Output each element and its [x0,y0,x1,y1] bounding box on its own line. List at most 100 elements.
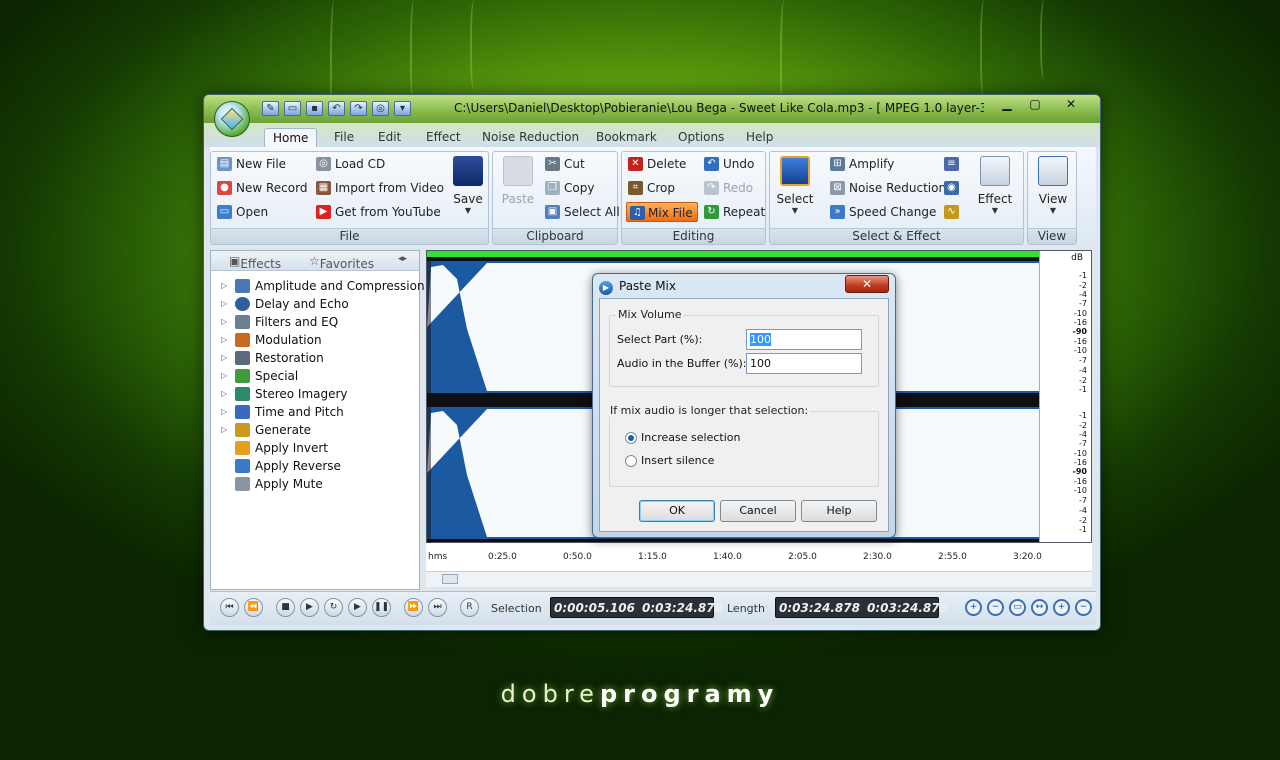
tree-item[interactable]: ▷ Delay and Echo [211,295,419,313]
cut-button[interactable]: ✂ Cut [545,154,585,174]
tab-help[interactable]: Help [738,128,781,147]
amplify-button[interactable]: ⊞ Amplify [830,154,894,174]
expand-arrow-icon[interactable]: ▷ [221,295,227,313]
new-record-button[interactable]: ● New Record [217,178,307,198]
editing-group: ✕ Delete ⌗ Crop ♫ Mix File ↶ Undo ↷ Redo ↻ Rep… [621,151,766,245]
tab-edit[interactable]: Edit [370,128,409,147]
expand-arrow-icon[interactable]: ▷ [221,313,227,331]
insert-silence-radio[interactable] [625,455,637,467]
panel-scroll-arrows-icon[interactable]: ◂▸ [398,254,407,264]
expand-arrow-icon[interactable]: ▷ [221,277,227,295]
application-menu-button[interactable] [214,101,250,137]
close-button[interactable]: ✕ [1060,97,1082,113]
select-part-input[interactable]: 100 [746,329,862,350]
noise-reduction-button[interactable]: ⊠ Noise Reduction [830,178,946,198]
tab-bookmark[interactable]: Bookmark [588,128,665,147]
help-button[interactable]: Help [801,500,877,522]
loop-icon[interactable]: ↻ [324,598,343,617]
zoom-in-icon[interactable]: + [965,599,982,616]
equalizer-button[interactable]: ≡ [944,154,960,174]
select-button[interactable]: Select ▼ [776,156,814,215]
copy-button[interactable]: ❐ Copy [545,178,594,198]
cancel-button[interactable]: Cancel [720,500,796,522]
tree-item[interactable]: ▷ Generate [211,421,419,439]
zoom-selection-icon[interactable]: ▭ [1009,599,1026,616]
crop-button[interactable]: ⌗ Crop [628,178,675,198]
cd-icon[interactable]: ◎ [372,101,389,116]
maximize-button[interactable]: ▢ [1024,97,1046,113]
tree-item[interactable]: ▷ Restoration [211,349,419,367]
zoom-vertical-in-icon[interactable]: + [1053,599,1070,616]
tree-item[interactable]: ▷ Special [211,367,419,385]
speed-change-button[interactable]: » Speed Change [830,202,936,222]
zoom-out-icon[interactable]: − [987,599,1004,616]
redo-icon[interactable]: ↷ [350,101,367,116]
expand-arrow-icon[interactable]: ▷ [221,349,227,367]
expand-arrow-icon[interactable]: ▷ [221,331,227,349]
time-ruler[interactable]: hms 0:25.0 0:50.0 1:15.0 1:40.0 2:05.0 2… [426,543,1092,571]
pause-icon[interactable]: ❚❚ [372,598,391,617]
horizontal-scrollbar[interactable] [426,571,1092,587]
scroll-thumb[interactable] [442,574,458,584]
tree-item[interactable]: Apply Invert [211,439,419,457]
tab-file[interactable]: File [326,128,362,147]
tree-item[interactable]: Apply Mute [211,475,419,493]
tree-item[interactable]: ▷ Filters and EQ [211,313,419,331]
fast-forward-icon[interactable]: ⏩ [404,598,423,617]
tab-favorites[interactable]: ☆ Favorites [309,254,374,271]
import-video-button[interactable]: ▦ Import from Video [316,178,444,198]
view-button[interactable]: View ▼ [1034,156,1072,215]
tab-effects[interactable]: ▣ Effects [229,254,281,271]
play-selection-icon[interactable]: ▶ [348,598,367,617]
record-icon[interactable]: R [460,598,479,617]
tree-item[interactable]: ▷ Time and Pitch [211,403,419,421]
wave-button[interactable]: ∿ [944,202,960,222]
select-all-button[interactable]: ▣ Select All [545,202,620,222]
ok-button[interactable]: OK [639,500,715,522]
zoom-full-icon[interactable]: ↔ [1031,599,1048,616]
go-start-icon[interactable]: ⏮ [220,598,239,617]
increase-selection-radio[interactable] [625,432,637,444]
buffer-input[interactable]: 100 [746,353,862,374]
tree-item[interactable]: ▷ Amplitude and Compression [211,277,425,295]
go-end-icon[interactable]: ⏭ [428,598,447,617]
tab-home[interactable]: Home [264,128,318,147]
overview-bar[interactable] [427,251,1041,257]
tree-item[interactable]: Apply Reverse [211,457,419,475]
delete-button[interactable]: ✕ Delete [628,154,686,174]
open-icon[interactable]: ▭ [284,101,301,116]
youtube-button[interactable]: ▶ Get from YouTube [316,202,441,222]
paste-button[interactable]: Paste [499,156,537,206]
effect-button[interactable]: Effect ▼ [976,156,1014,215]
new-icon[interactable]: ✎ [262,101,279,116]
undo-icon[interactable]: ↶ [328,101,345,116]
expand-arrow-icon[interactable]: ▷ [221,403,227,421]
new-file-button[interactable]: ▤ New File [217,154,286,174]
zoom-vertical-out-icon[interactable]: − [1075,599,1092,616]
expand-arrow-icon[interactable]: ▷ [221,385,227,403]
load-cd-button[interactable]: ◎ Load CD [316,154,385,174]
echo-button[interactable]: ◉ [944,178,960,198]
play-icon[interactable]: ▶ [300,598,319,617]
save-icon[interactable]: ▪ [306,101,323,116]
expand-arrow-icon[interactable]: ▷ [221,421,227,439]
mix-file-button[interactable]: ♫ Mix File [626,202,698,222]
undo-button[interactable]: ↶ Undo [704,154,754,174]
tree-item[interactable]: ▷ Stereo Imagery [211,385,419,403]
repeat-button[interactable]: ↻ Repeat [704,202,765,222]
rewind-icon[interactable]: ⏪ [244,598,263,617]
increase-selection-label[interactable]: Increase selection [641,431,741,444]
open-button[interactable]: ▭ Open [217,202,268,222]
minimize-button[interactable]: ▁ [996,97,1018,113]
tree-item[interactable]: ▷ Modulation [211,331,419,349]
expand-arrow-icon[interactable]: ▷ [221,367,227,385]
tab-options[interactable]: Options [670,128,732,147]
redo-button[interactable]: ↷ Redo [704,178,753,198]
insert-silence-label[interactable]: Insert silence [641,454,714,467]
tab-noise-reduction[interactable]: Noise Reduction [474,128,587,147]
customize-icon[interactable]: ▾ [394,101,411,116]
save-button[interactable]: Save ▼ [449,156,487,215]
tab-effect[interactable]: Effect [418,128,469,147]
stop-icon[interactable]: ■ [276,598,295,617]
dialog-close-button[interactable]: ✕ [845,275,889,293]
